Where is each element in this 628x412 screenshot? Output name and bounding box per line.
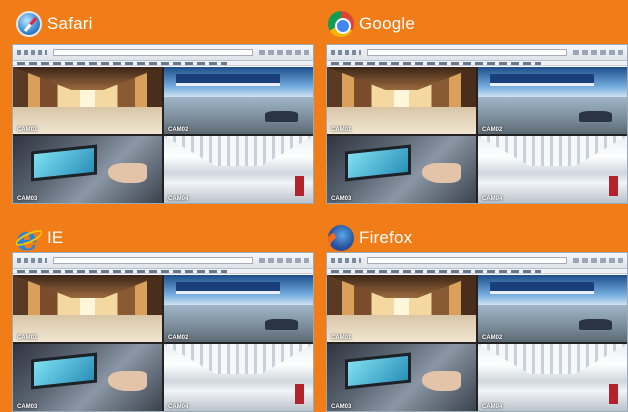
safari-logo-icon	[16, 11, 42, 37]
bookmarks-bar[interactable]	[13, 61, 313, 66]
browser-name: Safari	[47, 14, 93, 33]
camera-grid: CAM01 CAM02 CAM03 CAM04	[327, 67, 627, 203]
camera-view-terminal[interactable]: CAM04	[478, 344, 627, 411]
browser-label-safari: Safari	[16, 10, 93, 38]
browser-name: Google	[359, 14, 416, 33]
camera-label: CAM02	[168, 335, 189, 341]
camera-view-atm[interactable]: CAM03	[327, 344, 476, 411]
camera-label: CAM03	[331, 404, 352, 410]
browser-toolbar[interactable]	[327, 45, 627, 61]
camera-label: CAM02	[482, 335, 503, 341]
camera-view-atm[interactable]: CAM03	[13, 136, 162, 203]
camera-view-mall[interactable]: CAM01	[13, 67, 162, 134]
camera-view-mall[interactable]: CAM01	[327, 67, 476, 134]
firefox-logo-icon	[328, 225, 354, 251]
address-bar[interactable]	[367, 49, 567, 56]
camera-view-terminal[interactable]: CAM04	[164, 136, 313, 203]
browser-label-google: Google	[328, 10, 415, 38]
camera-view-mall[interactable]: CAM01	[13, 275, 162, 342]
camera-label: CAM02	[168, 127, 189, 133]
camera-grid: CAM01 CAM02 CAM03 CAM04	[13, 275, 313, 411]
browser-toolbar[interactable]	[327, 253, 627, 269]
favorites-bar[interactable]	[13, 269, 313, 274]
browser-window-ie[interactable]: CAM01 CAM02 CAM03 CAM04	[12, 252, 314, 412]
camera-view-atm[interactable]: CAM03	[13, 344, 162, 411]
camera-label: CAM04	[482, 404, 503, 410]
camera-label: CAM01	[17, 127, 38, 133]
browser-label-firefox: Firefox	[328, 224, 412, 252]
camera-label: CAM04	[168, 196, 189, 202]
camera-view-mall[interactable]: CAM01	[327, 275, 476, 342]
camera-label: CAM03	[17, 196, 38, 202]
camera-label: CAM03	[17, 404, 38, 410]
address-bar[interactable]	[53, 257, 253, 264]
internet-explorer-logo-icon: e	[16, 225, 42, 251]
camera-view-station[interactable]: CAM02	[164, 67, 313, 134]
camera-view-atm[interactable]: CAM03	[327, 136, 476, 203]
browser-name: Firefox	[359, 228, 413, 247]
camera-label: CAM01	[17, 335, 38, 341]
bookmarks-bar[interactable]	[327, 269, 627, 274]
browser-label-ie: e IE	[16, 224, 63, 252]
chrome-logo-icon	[328, 11, 354, 37]
camera-grid: CAM01 CAM02 CAM03 CAM04	[13, 67, 313, 203]
camera-label: CAM02	[482, 127, 503, 133]
camera-view-station[interactable]: CAM02	[164, 275, 313, 342]
camera-view-terminal[interactable]: CAM04	[478, 136, 627, 203]
browser-toolbar[interactable]	[13, 45, 313, 61]
browser-window-google[interactable]: CAM01 CAM02 CAM03 CAM04	[326, 44, 628, 204]
camera-label: CAM03	[331, 196, 352, 202]
address-bar[interactable]	[367, 257, 567, 264]
camera-label: CAM01	[331, 335, 352, 341]
camera-label: CAM01	[331, 127, 352, 133]
browser-window-safari[interactable]: CAM01 CAM02 CAM03 CAM04	[12, 44, 314, 204]
camera-view-station[interactable]: CAM02	[478, 275, 627, 342]
camera-view-terminal[interactable]: CAM04	[164, 344, 313, 411]
camera-grid: CAM01 CAM02 CAM03 CAM04	[327, 275, 627, 411]
browser-toolbar[interactable]	[13, 253, 313, 269]
camera-label: CAM04	[168, 404, 189, 410]
bookmarks-bar[interactable]	[327, 61, 627, 66]
camera-label: CAM04	[482, 196, 503, 202]
browser-window-firefox[interactable]: CAM01 CAM02 CAM03 CAM04	[326, 252, 628, 412]
browser-name: IE	[47, 228, 64, 247]
camera-view-station[interactable]: CAM02	[478, 67, 627, 134]
address-bar[interactable]	[53, 49, 253, 56]
